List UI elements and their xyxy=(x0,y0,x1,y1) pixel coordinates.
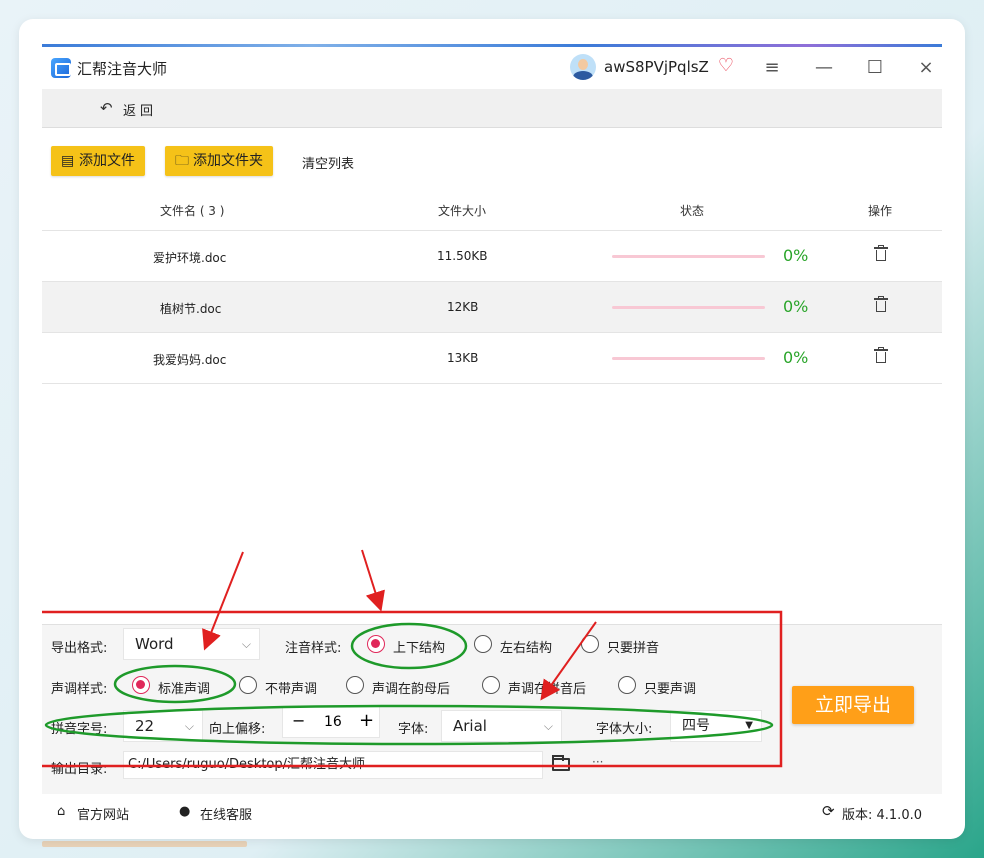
progress-bar xyxy=(612,357,765,360)
pinyin-size-value: 22 xyxy=(135,717,155,735)
close-button[interactable]: × xyxy=(913,55,939,81)
version-label: 版本: 4.1.0.0 xyxy=(842,808,922,823)
add-file-button[interactable]: ▤ 添加文件 xyxy=(51,146,145,176)
minimize-button[interactable]: — xyxy=(811,55,837,81)
increment-button[interactable]: + xyxy=(359,710,374,731)
username[interactable]: awS8PVjPqlsZ xyxy=(604,58,709,76)
pinyin-size-select[interactable]: 22 ⌵ xyxy=(123,710,203,742)
offset-stepper[interactable]: − 16 + xyxy=(282,706,380,738)
radio-label[interactable]: 标准声调 xyxy=(158,678,210,697)
font-size-select[interactable]: 四号 ▼ xyxy=(670,710,762,742)
pinyin-size-label: 拼音字号: xyxy=(51,722,108,737)
radio-tone-after-pinyin[interactable] xyxy=(482,676,500,694)
table-row[interactable]: 植树节.doc 12KB 0% xyxy=(42,282,942,333)
tone-style-label: 声调样式: xyxy=(51,682,108,697)
font-size-label: 字体大小: xyxy=(596,722,653,737)
support-icon[interactable]: ● xyxy=(179,804,190,819)
trash-icon[interactable] xyxy=(874,245,888,261)
nav-bar: ↶ 返回 xyxy=(42,89,942,127)
table-row[interactable]: 我爱妈妈.doc 13KB 0% xyxy=(42,333,942,384)
radio-pinyin-only[interactable] xyxy=(581,635,599,653)
add-folder-button[interactable]: 🗀 添加文件夹 xyxy=(165,146,273,176)
menu-button[interactable]: ≡ xyxy=(759,55,785,81)
footer: ⌂ 官方网站 ● 在线客服 ⟳ 版本: 4.1.0.0 xyxy=(42,794,942,832)
col-filesize: 文件大小 xyxy=(438,204,487,218)
clear-list-button[interactable]: 清空列表 xyxy=(302,153,354,172)
radio-tone-after-final[interactable] xyxy=(346,676,364,694)
radio-label[interactable]: 左右结构 xyxy=(500,637,552,656)
app-window: 汇帮注音大师 awS8PVjPqlsZ ♡ ≡ — ☐ × ↶ 返回 ▤ 添加文… xyxy=(42,44,942,832)
file-name: 爱护环境.doc xyxy=(153,251,227,265)
progress-percent: 0% xyxy=(783,246,809,265)
radio-label[interactable]: 上下结构 xyxy=(393,637,445,656)
export-format-value: Word xyxy=(135,635,174,653)
radio-label[interactable]: 声调在韵母后 xyxy=(372,678,450,697)
font-label: 字体: xyxy=(398,722,429,737)
radio-pinyin-updown[interactable] xyxy=(367,635,385,653)
maximize-button[interactable]: ☐ xyxy=(862,55,888,81)
table-row[interactable]: 爱护环境.doc 11.50KB 0% xyxy=(42,231,942,282)
progress-percent: 0% xyxy=(783,297,809,316)
toolbar: ▤ 添加文件 🗀 添加文件夹 清空列表 xyxy=(42,127,942,189)
output-dir-field[interactable]: C:/Users/ruguo/Desktop/汇帮注音大师 xyxy=(123,751,543,779)
col-action: 操作 xyxy=(868,204,893,218)
progress-bar xyxy=(612,306,765,309)
refresh-icon[interactable]: ⟳ xyxy=(822,802,835,820)
progress-percent: 0% xyxy=(783,348,809,367)
file-name: 我爱妈妈.doc xyxy=(153,353,227,367)
trash-icon[interactable] xyxy=(874,296,888,312)
export-button[interactable]: 立即导出 xyxy=(792,686,914,724)
export-format-select[interactable]: Word ⌵ xyxy=(123,628,260,660)
file-size: 12KB xyxy=(447,300,479,314)
progress-bar xyxy=(612,255,765,258)
radio-label[interactable]: 不带声调 xyxy=(265,678,317,697)
website-link[interactable]: 官方网站 xyxy=(77,804,129,823)
folder-add-icon: 🗀 xyxy=(175,153,189,169)
file-name: 植树节.doc xyxy=(160,302,222,316)
back-button[interactable]: 返回 xyxy=(123,100,157,119)
export-format-label: 导出格式: xyxy=(51,641,108,656)
table-header: 文件名 ( 3 ) 文件大小 状态 操作 xyxy=(42,189,942,231)
file-size: 13KB xyxy=(447,351,479,365)
support-link[interactable]: 在线客服 xyxy=(200,804,252,823)
offset-value: 16 xyxy=(324,714,342,730)
vip-heart-icon[interactable]: ♡ xyxy=(716,56,736,76)
output-dir-label: 输出目录: xyxy=(51,762,108,777)
trash-icon[interactable] xyxy=(874,347,888,363)
radio-tone-standard[interactable] xyxy=(132,676,150,694)
col-filename: 文件名 ( 3 ) xyxy=(160,204,225,218)
file-size: 11.50KB xyxy=(437,249,488,263)
radio-tone-none[interactable] xyxy=(239,676,257,694)
add-folder-label: 添加文件夹 xyxy=(193,153,263,169)
radio-label[interactable]: 只要拼音 xyxy=(607,637,659,656)
file-icon: ▤ xyxy=(61,153,75,169)
background-decoration xyxy=(42,841,247,847)
font-value: Arial xyxy=(453,717,487,735)
font-size-value: 四号 xyxy=(682,718,710,734)
back-arrow-icon[interactable]: ↶ xyxy=(100,99,113,117)
caret-down-icon: ▼ xyxy=(745,720,753,731)
col-status: 状态 xyxy=(680,204,705,218)
radio-pinyin-leftright[interactable] xyxy=(474,635,492,653)
avatar[interactable] xyxy=(570,54,596,80)
app-logo-icon xyxy=(51,58,71,78)
offset-label: 向上偏移: xyxy=(209,722,266,737)
folder-open-icon[interactable] xyxy=(552,755,570,771)
radio-label[interactable]: 声调在拼音后 xyxy=(508,678,586,697)
more-options[interactable]: ··· xyxy=(592,755,603,769)
title-bar: 汇帮注音大师 awS8PVjPqlsZ ♡ ≡ — ☐ × xyxy=(42,47,942,89)
decrement-button[interactable]: − xyxy=(292,711,305,730)
chevron-down-icon: ⌵ xyxy=(241,637,251,651)
font-select[interactable]: Arial ⌵ xyxy=(441,710,562,742)
add-file-label: 添加文件 xyxy=(79,153,135,169)
chevron-down-icon: ⌵ xyxy=(543,719,553,733)
radio-label[interactable]: 只要声调 xyxy=(644,678,696,697)
home-icon[interactable]: ⌂ xyxy=(57,804,65,819)
chevron-down-icon: ⌵ xyxy=(184,719,194,733)
pinyin-style-label: 注音样式: xyxy=(285,641,342,656)
app-title: 汇帮注音大师 xyxy=(77,60,168,78)
radio-tone-only[interactable] xyxy=(618,676,636,694)
